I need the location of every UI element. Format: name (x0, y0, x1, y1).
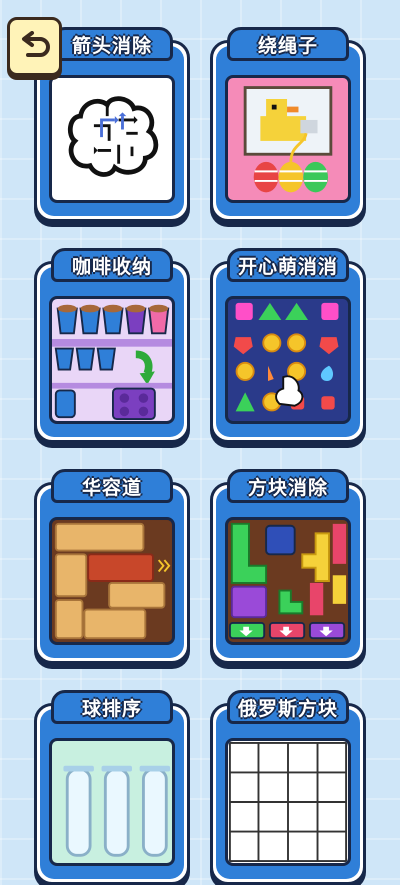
coffee-cups-icon (49, 296, 175, 424)
card-title: 箭头消除 (71, 34, 152, 57)
card-title-tab: 华容道 (51, 469, 173, 503)
card-title-tab: 球排序 (51, 690, 173, 724)
gem-match-icon (225, 296, 351, 424)
back-arrow-icon (21, 30, 50, 57)
arrow-brain-icon (49, 75, 175, 203)
card-title-tab: 开心萌消消 (227, 248, 349, 282)
color-blocks-icon (225, 517, 351, 645)
back-button[interactable] (7, 17, 62, 76)
pixel-duck-rope-icon (225, 75, 351, 203)
ball-tubes-icon (49, 738, 175, 866)
tetris-grid-icon (225, 738, 351, 866)
card-title: 华容道 (81, 476, 142, 499)
sliding-wood-block-icon (49, 517, 175, 645)
card-title: 绕绳子 (257, 34, 318, 57)
game-card-happy-match[interactable]: 开心萌消消 (210, 248, 366, 443)
game-card-ball-sort[interactable]: 球排序 (34, 690, 190, 885)
game-card-block-clear[interactable]: 方块消除 (210, 469, 366, 664)
card-title-tab: 箭头消除 (51, 27, 173, 61)
card-title: 方块消除 (247, 476, 328, 499)
game-card-tetris[interactable]: 俄罗斯方块 (210, 690, 366, 885)
card-title: 咖啡收纳 (71, 255, 152, 278)
card-title: 开心萌消消 (237, 255, 338, 278)
card-title-tab: 方块消除 (227, 469, 349, 503)
card-title-tab: 绕绳子 (227, 27, 349, 61)
game-card-klotski[interactable]: 华容道 (34, 469, 190, 664)
game-card-coffee-sort[interactable]: 咖啡收纳 (34, 248, 190, 443)
card-title: 球排序 (81, 697, 142, 720)
card-title-tab: 咖啡收纳 (51, 248, 173, 282)
game-card-rope[interactable]: 绕绳子 (210, 27, 366, 222)
card-title: 俄罗斯方块 (237, 697, 338, 720)
card-title-tab: 俄罗斯方块 (227, 690, 349, 724)
